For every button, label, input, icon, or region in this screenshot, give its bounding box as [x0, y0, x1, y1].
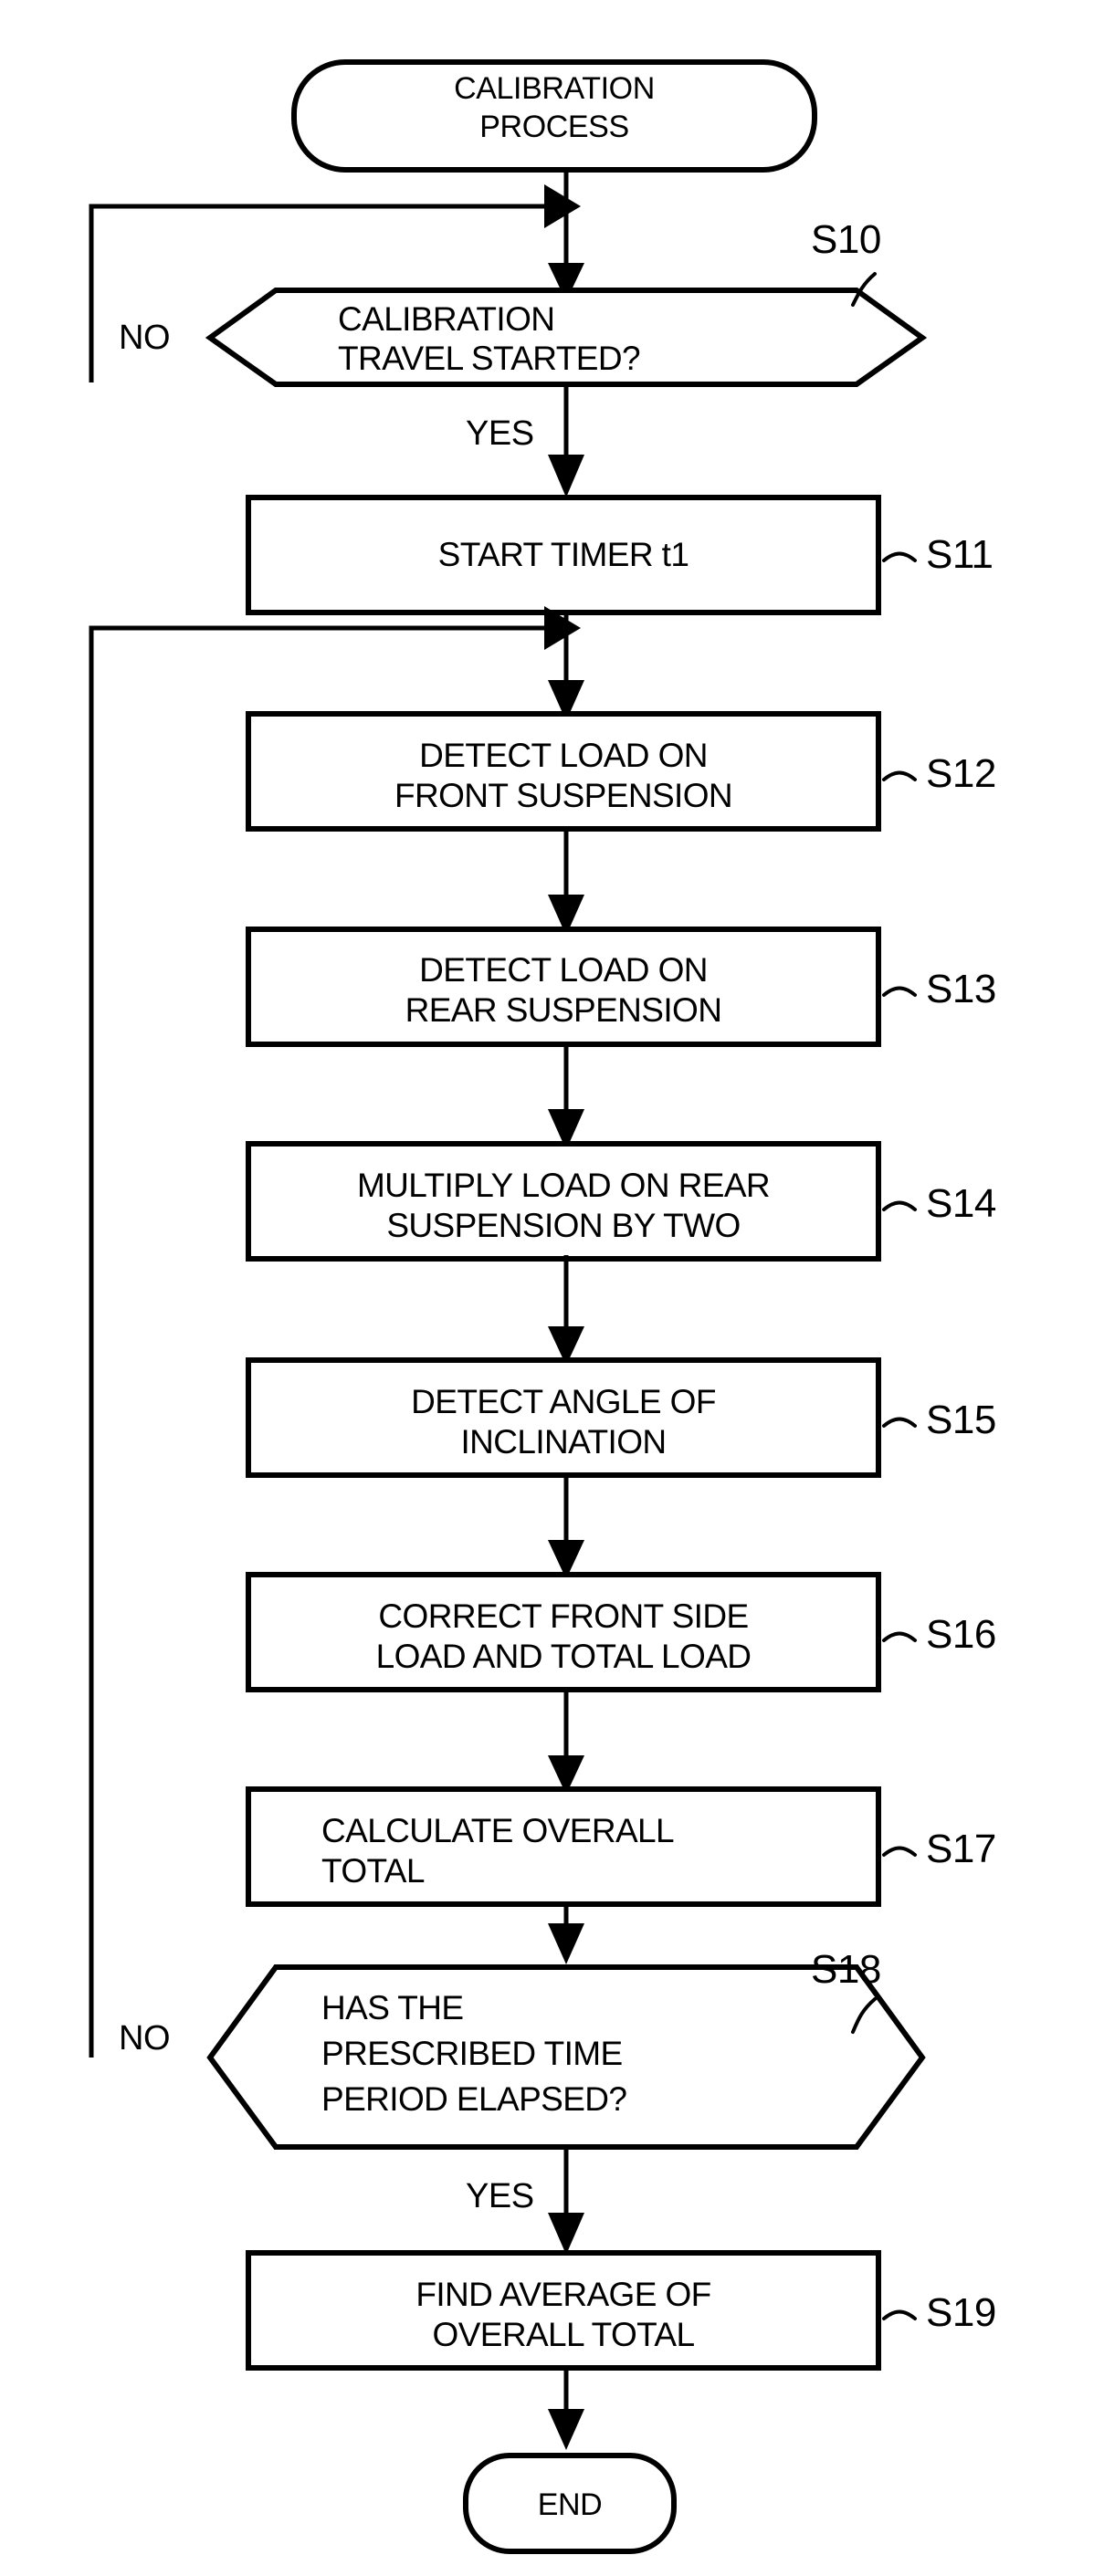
s14-step-label: S14 — [926, 1181, 996, 1226]
s18-no-label: NO — [119, 2019, 170, 2058]
s11-step-label: S11 — [926, 532, 994, 577]
connector-s15-to-s16 — [548, 1475, 584, 1579]
arrowhead-down-s18 — [548, 1923, 584, 1964]
node-start-terminator: CALIBRATION PROCESS — [291, 59, 817, 173]
connector-s14-to-s15 — [548, 1255, 584, 1366]
s15-process-line-0: DETECT ANGLE OF — [411, 1383, 716, 1420]
s10-no-label: NO — [119, 319, 170, 357]
arrowhead-down-end — [548, 2409, 584, 2450]
s10-step-label: S10 — [811, 217, 881, 262]
s12-process-line-1: FRONT SUSPENSION — [394, 777, 732, 814]
s16-step-label: S16 — [926, 1612, 996, 1657]
s16-leader-line — [882, 1631, 917, 1642]
s13-process-line-1: REAR SUSPENSION — [405, 991, 722, 1029]
arrowhead-down-s19 — [548, 2213, 584, 2255]
s16-process-line-0: CORRECT FRONT SIDE — [378, 1597, 748, 1635]
s12-step-label: S12 — [926, 751, 996, 796]
s19-process-line-0: FIND AVERAGE OF — [415, 2276, 710, 2313]
s19-step-label: S19 — [926, 2290, 996, 2335]
s14-process-line-0: MULTIPLY LOAD ON REAR — [357, 1167, 770, 1204]
s15-process-line-1: INCLINATION — [460, 1423, 666, 1461]
connector-s16-to-s17 — [548, 1690, 584, 1795]
s14-leader-line — [882, 1200, 917, 1211]
connector-s19-to-end — [548, 2368, 584, 2450]
connector-s17-to-s18 — [548, 1904, 584, 1964]
arrowhead-right-s10-loop — [544, 184, 581, 228]
node-end-terminator: END — [463, 2453, 677, 2554]
s18-step-label: S18 — [811, 1947, 881, 1992]
node-s13-process: DETECT LOAD ON REAR SUSPENSION — [246, 927, 881, 1047]
s13-process-line-0: DETECT LOAD ON — [419, 951, 708, 989]
node-s18-decision: HAS THE PRESCRIBED TIME PERIOD ELAPSED? — [206, 1964, 926, 2150]
node-s15-process: DETECT ANGLE OF INCLINATION — [246, 1357, 881, 1478]
s10-decision-line-1: TRAVEL STARTED? — [338, 340, 640, 377]
s18-decision-line-2: PERIOD ELAPSED? — [321, 2080, 626, 2118]
s17-leader-line — [882, 1846, 917, 1857]
end-terminator-line-0: END — [538, 2487, 603, 2522]
node-s16-process: CORRECT FRONT SIDE LOAD AND TOTAL LOAD — [246, 1572, 881, 1692]
connector-s18-to-s19 — [548, 2147, 584, 2255]
s10-decision-line-0: CALIBRATION — [338, 300, 554, 338]
s13-step-label: S13 — [926, 967, 996, 1011]
s12-process-line-0: DETECT LOAD ON — [419, 737, 708, 774]
connector-s10-to-s11 — [548, 384, 584, 497]
connector-s12-to-s13 — [548, 829, 584, 936]
s17-process-line-1: TOTAL — [321, 1852, 425, 1890]
s12-leader-line — [882, 770, 917, 781]
s16-process-line-1: LOAD AND TOTAL LOAD — [376, 1638, 752, 1675]
s11-process-line-0: START TIMER t1 — [438, 536, 689, 573]
s11-leader-line — [882, 551, 917, 562]
node-s10-decision: CALIBRATION TRAVEL STARTED? — [205, 288, 928, 387]
start-terminator-line-0: CALIBRATION — [454, 71, 655, 106]
s17-process-line-0: CALCULATE OVERALL — [321, 1812, 674, 1849]
s19-process-line-1: OVERALL TOTAL — [433, 2316, 695, 2353]
flowchart-diagram: CALIBRATION PROCESS CALIBRATION TRAVEL S… — [0, 0, 1104, 2576]
s18-yes-label: YES — [466, 2177, 534, 2215]
node-s17-process: CALCULATE OVERALL TOTAL — [246, 1786, 881, 1907]
connector-start-to-s10 — [548, 170, 584, 301]
s14-process-line-1: SUSPENSION BY TWO — [386, 1207, 740, 1244]
s15-step-label: S15 — [926, 1398, 996, 1442]
arrowhead-down-s11 — [548, 455, 584, 497]
node-s19-process: FIND AVERAGE OF OVERALL TOTAL — [246, 2250, 881, 2371]
s15-leader-line — [882, 1417, 917, 1428]
node-s11-process: START TIMER t1 — [246, 495, 881, 615]
s19-leader-line — [882, 2309, 917, 2320]
s18-decision-line-0: HAS THE — [321, 1989, 464, 2026]
connector-s13-to-s14 — [548, 1044, 584, 1150]
s10-yes-label: YES — [466, 414, 534, 453]
s17-step-label: S17 — [926, 1827, 996, 1871]
node-s12-process: DETECT LOAD ON FRONT SUSPENSION — [246, 711, 881, 832]
node-s14-process: MULTIPLY LOAD ON REAR SUSPENSION BY TWO — [246, 1141, 881, 1262]
flowchart-canvas: CALIBRATION PROCESS CALIBRATION TRAVEL S… — [89, 59, 996, 2554]
s18-decision-line-1: PRESCRIBED TIME — [321, 2035, 623, 2072]
start-terminator-line-1: PROCESS — [479, 110, 628, 144]
s13-leader-line — [882, 986, 917, 997]
